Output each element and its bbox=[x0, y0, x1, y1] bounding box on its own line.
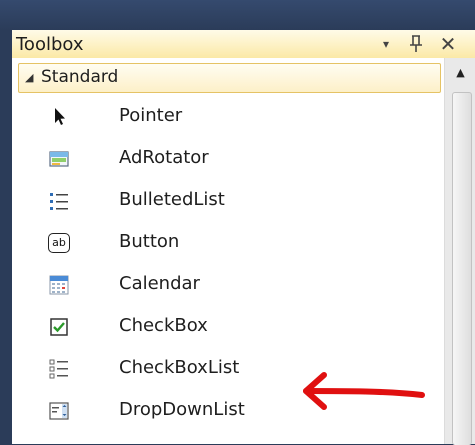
bulleted-list-icon bbox=[48, 190, 70, 212]
pin-icon[interactable] bbox=[405, 32, 427, 56]
button-icon: ab bbox=[48, 232, 72, 254]
item-label: BulletedList bbox=[119, 189, 225, 210]
item-label: Button bbox=[119, 231, 180, 252]
collapse-arrow-icon[interactable]: ◢ bbox=[25, 71, 33, 84]
window-position-dropdown-icon[interactable]: ▾ bbox=[376, 32, 396, 56]
annotation-arrow-icon bbox=[303, 372, 425, 410]
scroll-up-icon[interactable]: ▲ bbox=[445, 66, 475, 86]
close-icon[interactable]: ✕ bbox=[437, 32, 459, 56]
scroll-thumb[interactable] bbox=[452, 92, 472, 445]
item-label: CheckBox bbox=[119, 315, 208, 336]
item-label: Calendar bbox=[119, 273, 200, 294]
vertical-scrollbar[interactable]: ▲ bbox=[444, 58, 475, 445]
item-label: Pointer bbox=[119, 105, 183, 126]
item-label: DropDownList bbox=[119, 399, 245, 420]
dropdownlist-icon bbox=[48, 400, 70, 422]
calendar-icon bbox=[48, 274, 70, 296]
button-icon-text: ab bbox=[48, 233, 70, 253]
checkbox-icon bbox=[48, 316, 70, 338]
item-label: CheckBoxList bbox=[119, 357, 240, 378]
ide-frame bbox=[0, 0, 475, 30]
item-label: AdRotator bbox=[119, 147, 209, 168]
adrotator-icon bbox=[48, 148, 70, 170]
toolbox-titlebar: Toolbox ▾ ✕ bbox=[12, 30, 475, 59]
toolbox-item-button[interactable]: ab Button bbox=[12, 223, 442, 263]
toolbox-item-checkbox[interactable]: CheckBox bbox=[12, 307, 442, 347]
toolbox-title: Toolbox bbox=[16, 34, 84, 55]
toolbox-item-adrotator[interactable]: AdRotator bbox=[12, 139, 442, 179]
toolbox-item-bulletedlist[interactable]: BulletedList bbox=[12, 181, 442, 221]
pointer-icon bbox=[48, 106, 70, 128]
category-label: Standard bbox=[41, 67, 119, 87]
toolbox-item-pointer[interactable]: Pointer bbox=[12, 97, 442, 137]
category-standard[interactable]: ◢ Standard bbox=[18, 63, 441, 93]
checkbox-list-icon bbox=[48, 358, 70, 380]
toolbox-item-calendar[interactable]: Calendar bbox=[12, 265, 442, 305]
